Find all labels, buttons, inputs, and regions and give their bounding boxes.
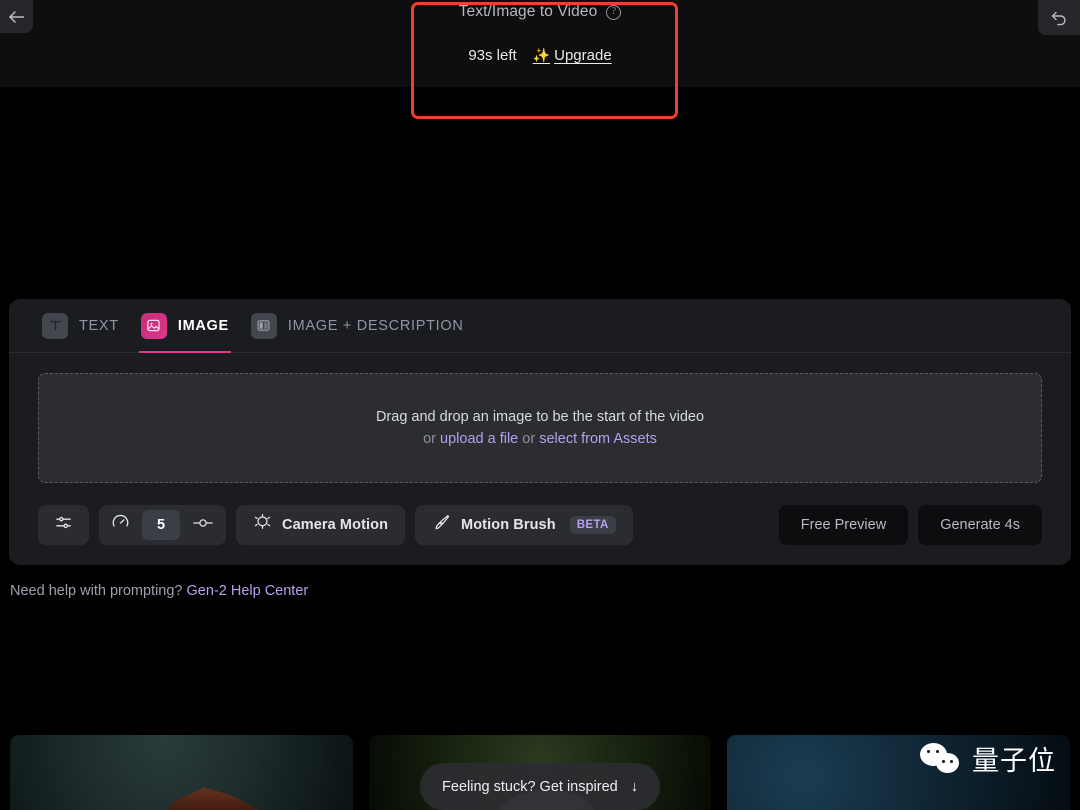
get-inspired-button[interactable]: Feeling stuck? Get inspired ↓ [420, 763, 660, 810]
top-header-bar: Text/Image to Video ? 93s left ✨ Upgrade [0, 0, 1080, 87]
tab-image-label: IMAGE [178, 318, 229, 334]
gauge-icon [111, 513, 130, 537]
prompting-help-text: Need help with prompting? [10, 583, 183, 599]
header-credits-row: 93s left ✨ Upgrade [468, 47, 611, 64]
tab-text-label: TEXT [79, 318, 119, 334]
text-icon [42, 313, 68, 339]
camera-motion-button[interactable]: Camera Motion [236, 505, 405, 545]
brush-icon [432, 513, 451, 537]
slider-handle-icon[interactable] [192, 516, 214, 535]
gallery-thumbnail-1[interactable] [10, 735, 353, 810]
motion-brush-button[interactable]: Motion Brush BETA [415, 505, 633, 545]
image-description-icon [251, 313, 277, 339]
motion-value[interactable]: 5 [142, 510, 180, 540]
page-title: Text/Image to Video [459, 3, 598, 21]
select-assets-link[interactable]: select from Assets [539, 431, 657, 447]
image-dropzone[interactable]: Drag and drop an image to be the start o… [38, 373, 1042, 483]
generate-button[interactable]: Generate 4s [918, 505, 1042, 545]
app-root: Text/Image to Video ? 93s left ✨ Upgrade [0, 0, 1080, 810]
free-preview-button[interactable]: Free Preview [779, 505, 908, 545]
help-icon[interactable]: ? [606, 5, 621, 20]
mode-tabs: TEXT IMAGE [9, 299, 1071, 353]
dropzone-or-1: or [423, 431, 436, 447]
upgrade-label: Upgrade [554, 47, 612, 64]
dropzone-secondary-text: or upload a file or select from Assets [423, 431, 657, 447]
camera-motion-label: Camera Motion [282, 517, 388, 533]
tab-image-description-label: IMAGE + DESCRIPTION [288, 318, 464, 334]
beta-badge: BETA [570, 516, 616, 534]
image-icon [141, 313, 167, 339]
motion-brush-label: Motion Brush [461, 517, 556, 533]
generation-toolbar: 5 Camera Motion [38, 505, 1042, 545]
header-center: Text/Image to Video ? 93s left ✨ Upgrade [0, 0, 1080, 87]
prompting-help-line: Need help with prompting? Gen-2 Help Cen… [10, 583, 308, 599]
get-inspired-label: Feeling stuck? Get inspired [442, 779, 618, 795]
tab-image[interactable]: IMAGE [130, 299, 240, 353]
sparkles-icon: ✨ [533, 47, 550, 64]
upgrade-link[interactable]: ✨ Upgrade [533, 47, 612, 64]
generation-panel: TEXT IMAGE [9, 299, 1071, 565]
arrow-down-icon: ↓ [631, 779, 638, 795]
settings-button[interactable] [38, 505, 89, 545]
dropzone-primary-text: Drag and drop an image to be the start o… [376, 409, 704, 425]
sliders-icon [54, 513, 73, 537]
upload-file-link[interactable]: upload a file [440, 431, 518, 447]
camera-motion-icon [253, 513, 272, 537]
gen2-help-center-link[interactable]: Gen-2 Help Center [187, 583, 309, 599]
gallery-thumbnail-3[interactable] [727, 735, 1070, 810]
motion-stepper[interactable]: 5 [99, 505, 226, 545]
tab-text[interactable]: TEXT [31, 299, 130, 353]
header-title-row: Text/Image to Video ? [459, 3, 622, 21]
credits-remaining: 93s left [468, 47, 516, 64]
dropzone-or-2: or [522, 431, 535, 447]
tab-image-description[interactable]: IMAGE + DESCRIPTION [240, 299, 475, 353]
